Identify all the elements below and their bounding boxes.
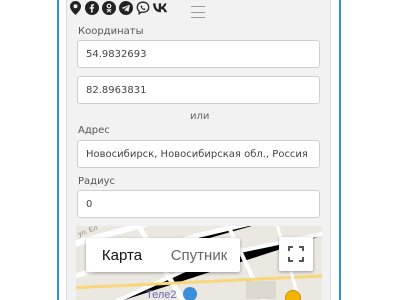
map-pin-icon[interactable]: [68, 1, 82, 15]
viber-icon[interactable]: [136, 1, 150, 15]
frame-border-right: [339, 0, 341, 300]
longitude-input[interactable]: [77, 76, 320, 104]
map-view[interactable]: ул. Ел Карта Спутник Теле2: [76, 226, 322, 300]
fullscreen-button[interactable]: [279, 237, 313, 271]
fullscreen-icon: [288, 246, 304, 262]
map-marker-icon[interactable]: [183, 287, 197, 300]
map-type-toggle: Карта Спутник: [86, 238, 240, 272]
telegram-icon[interactable]: [119, 1, 133, 15]
map-type-satellite-button[interactable]: Спутник: [158, 238, 240, 272]
street-view-pegman-icon[interactable]: [285, 290, 301, 300]
odnoklassniki-icon[interactable]: [102, 1, 116, 15]
drag-handle-icon[interactable]: [191, 6, 205, 18]
address-input[interactable]: [77, 140, 320, 168]
latitude-input[interactable]: [77, 40, 320, 68]
social-icons-bar: [68, 0, 167, 16]
frame-border-left: [57, 0, 59, 300]
or-separator: или: [190, 111, 210, 122]
radius-input[interactable]: [77, 190, 320, 218]
facebook-icon[interactable]: [85, 1, 99, 15]
radius-label: Радиус: [78, 176, 115, 187]
map-type-map-button[interactable]: Карта: [86, 238, 158, 272]
coordinates-label: Координаты: [78, 26, 144, 37]
vk-icon[interactable]: [153, 1, 167, 15]
address-label: Адрес: [78, 125, 110, 136]
map-place-label: Теле2: [146, 289, 177, 300]
